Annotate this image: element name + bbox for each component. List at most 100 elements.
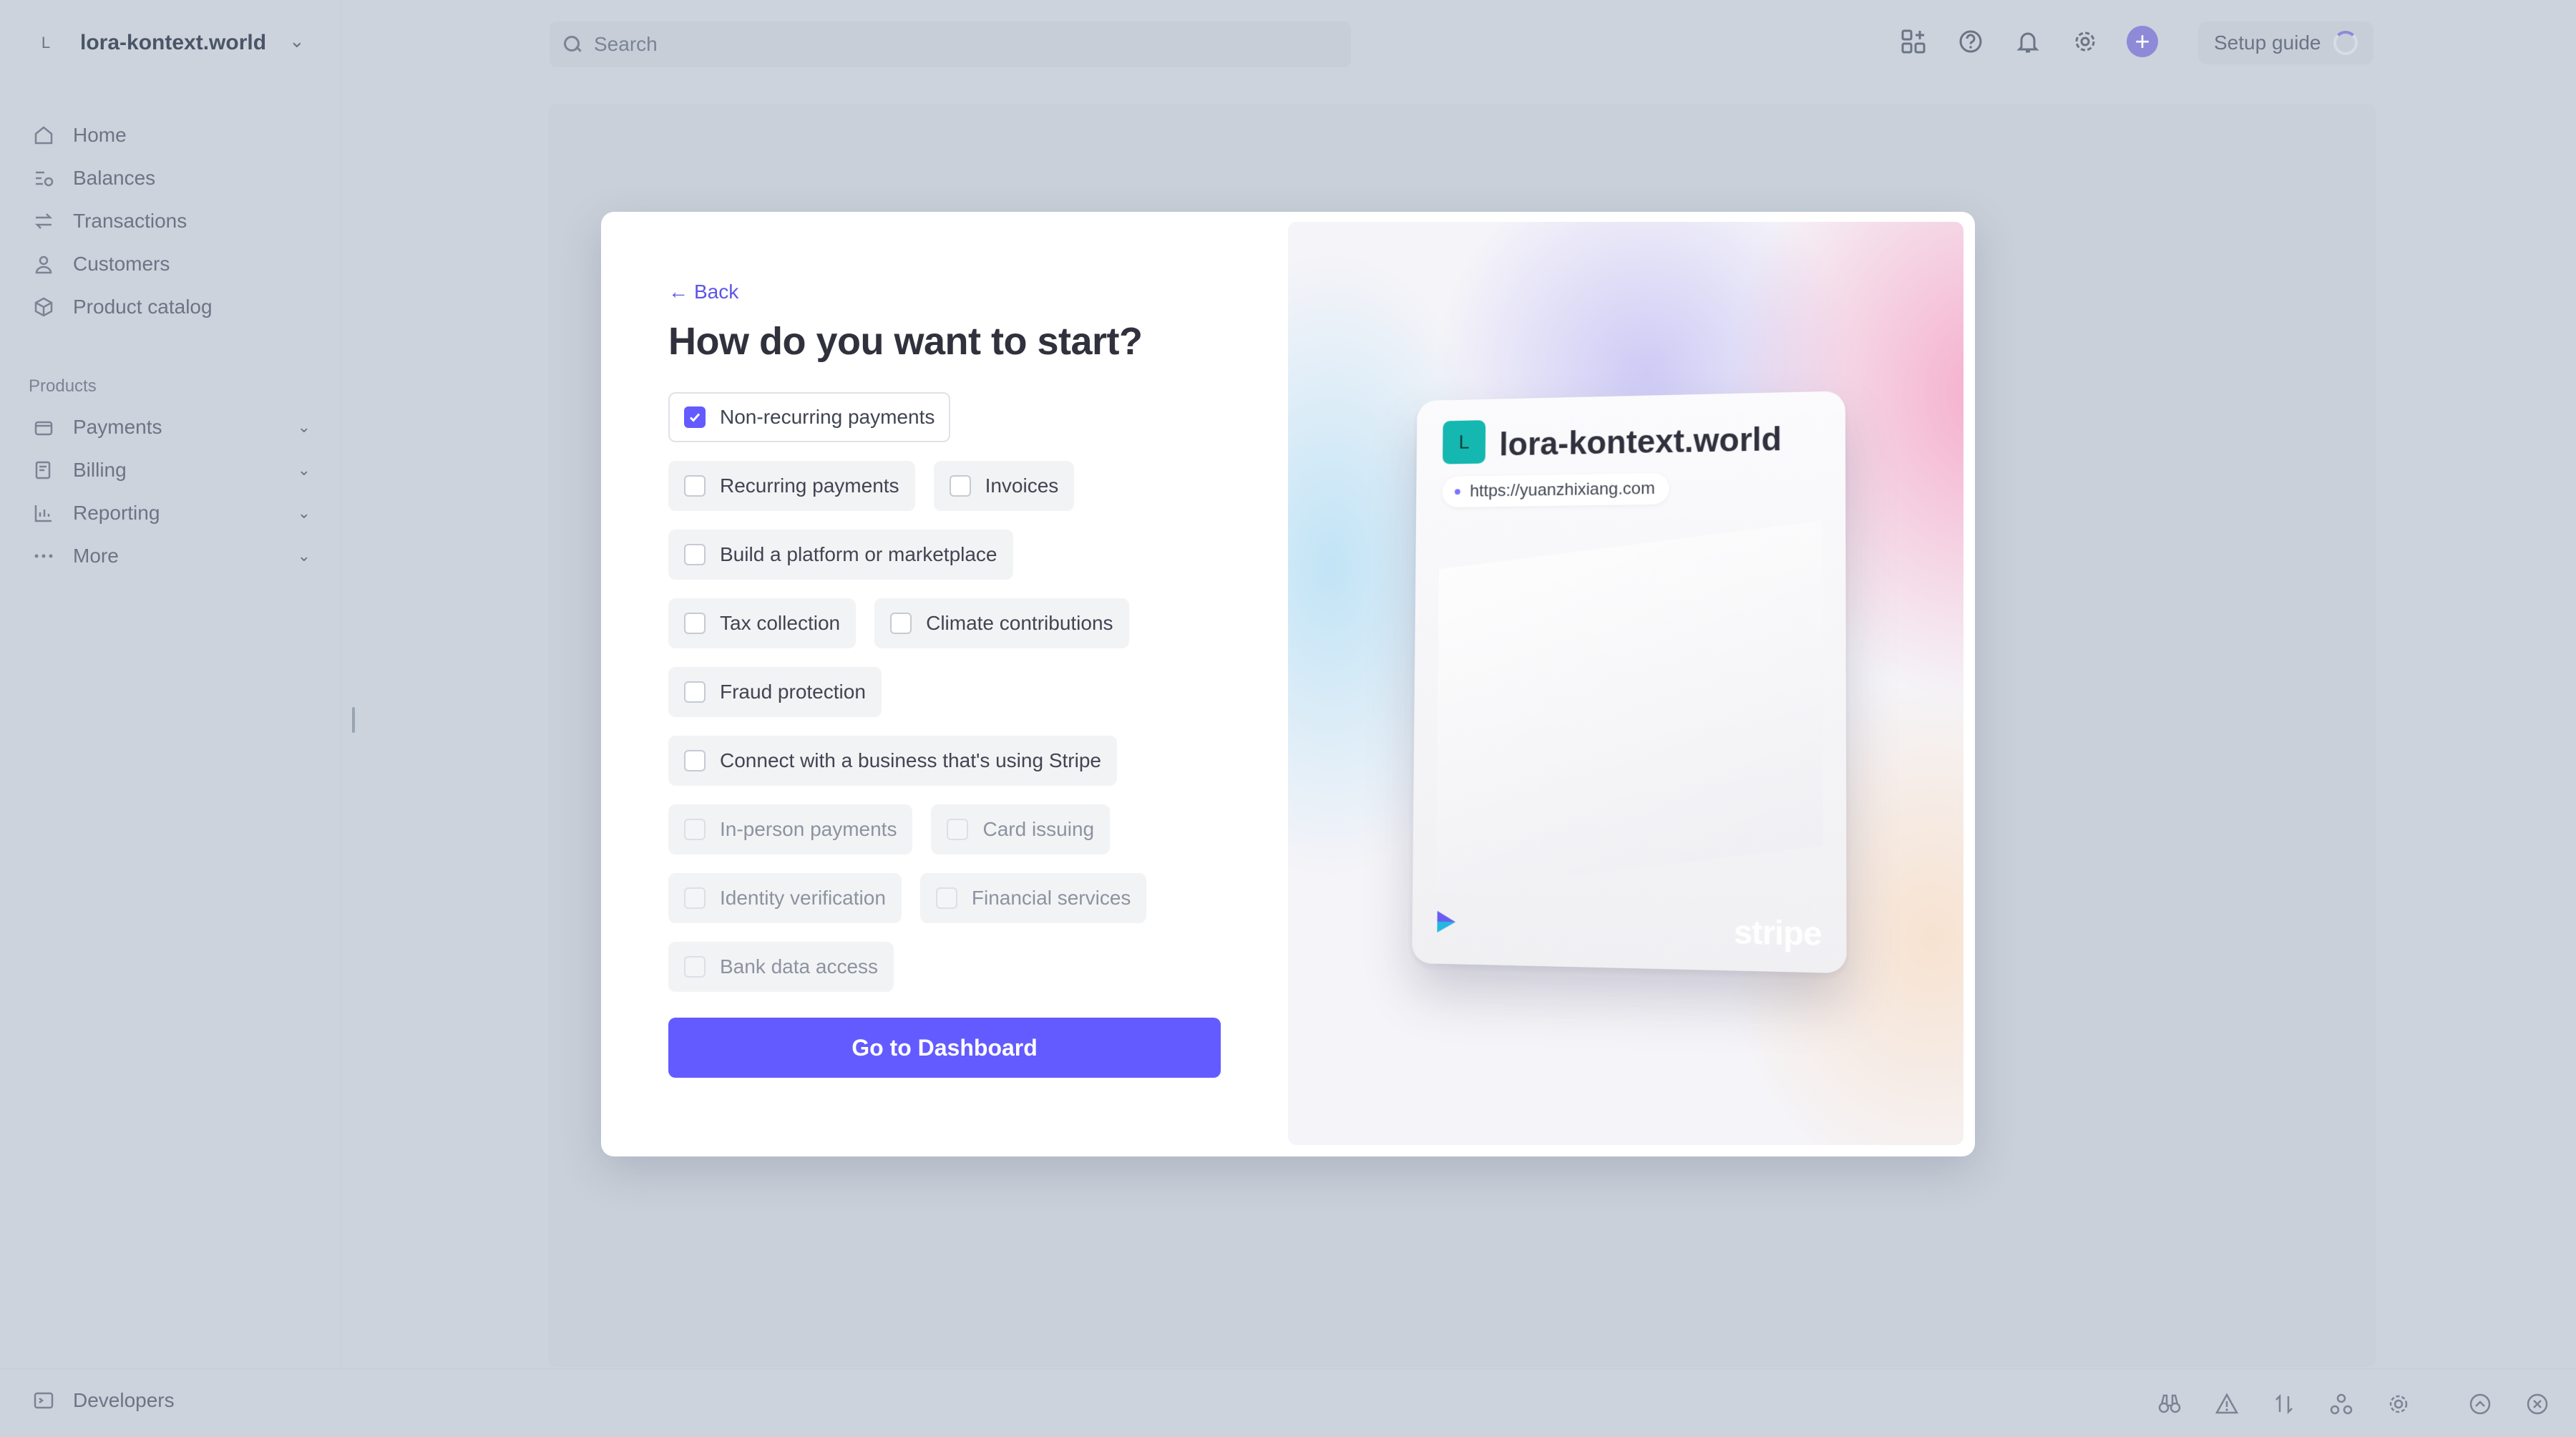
checkbox[interactable]: [890, 613, 912, 634]
option-label: Climate contributions: [926, 612, 1113, 634]
account-switcher[interactable]: L lora-kontext.world ⌄: [29, 23, 305, 63]
sidebar-item-label: Billing: [73, 459, 127, 481]
option-connect-business[interactable]: Connect with a business that's using Str…: [668, 736, 1117, 786]
play-logo-icon: [1435, 910, 1456, 935]
sidebar-item-label: More: [73, 545, 119, 567]
chevron-down-icon: ⌄: [297, 547, 311, 565]
back-link[interactable]: ← Back: [668, 281, 738, 303]
checkbox[interactable]: [684, 887, 706, 909]
chart-icon: [31, 501, 56, 525]
sidebar-item-reporting[interactable]: Reporting ⌄: [31, 495, 311, 531]
preview-url-pill: https://yuanzhixiang.com: [1442, 472, 1669, 508]
sidebar-item-product-catalog[interactable]: Product catalog: [31, 289, 311, 325]
gear-icon[interactable]: [2383, 1388, 2414, 1420]
transactions-icon: [31, 209, 56, 233]
checkbox[interactable]: [684, 681, 706, 703]
chevron-up-icon[interactable]: [2464, 1388, 2496, 1420]
gear-icon[interactable]: [2069, 26, 2101, 57]
option-financial-services[interactable]: Financial services: [919, 873, 1147, 923]
modal-title: How do you want to start?: [668, 320, 1143, 363]
chevron-down-icon: ⌄: [297, 461, 311, 479]
sidebar-item-payments[interactable]: Payments ⌄: [31, 409, 311, 445]
sidebar-item-transactions[interactable]: Transactions: [31, 203, 311, 239]
dot-icon: [1454, 489, 1460, 495]
sidebar-section-label: Products: [29, 376, 97, 396]
option-label: Tax collection: [720, 612, 841, 634]
option-card-issuing[interactable]: Card issuing: [931, 804, 1111, 854]
sidebar-item-label: Customers: [73, 253, 170, 275]
checkbox[interactable]: [684, 475, 706, 497]
option-label: Fraud protection: [720, 681, 866, 703]
bottom-bar: Developers: [0, 1368, 2576, 1437]
progress-ring-icon: [2333, 31, 2358, 55]
option-invoices[interactable]: Invoices: [933, 461, 1075, 511]
search-bar[interactable]: [550, 21, 1351, 67]
preview-glass-panel: [1436, 521, 1823, 900]
option-identity-verification[interactable]: Identity verification: [668, 873, 902, 923]
close-icon[interactable]: [2522, 1388, 2553, 1420]
more-icon: [31, 544, 56, 568]
balances-icon: [31, 166, 56, 190]
arrow-left-icon: ←: [668, 281, 688, 303]
option-recurring-payments[interactable]: Recurring payments: [668, 461, 915, 511]
sidebar-item-customers[interactable]: Customers: [31, 246, 311, 282]
checkbox-checked-icon[interactable]: [684, 406, 706, 428]
sidebar-divider: [341, 0, 342, 1367]
checkbox[interactable]: [947, 819, 969, 840]
top-bar: L lora-kontext.world ⌄ + Setup guide: [0, 0, 2576, 86]
checkbox[interactable]: [935, 887, 957, 909]
option-climate-contributions[interactable]: Climate contributions: [874, 598, 1129, 648]
developer-tools: [2154, 1388, 2414, 1420]
sidebar-item-home[interactable]: Home: [31, 117, 311, 153]
bottom-bar-controls: [2464, 1388, 2553, 1420]
option-label: Non-recurring payments: [720, 406, 935, 428]
option-label: Bank data access: [720, 955, 879, 978]
option-label: Card issuing: [982, 818, 1095, 840]
option-in-person-payments[interactable]: In-person payments: [668, 804, 913, 854]
binoculars-icon[interactable]: [2154, 1388, 2185, 1420]
checkbox[interactable]: [684, 956, 706, 978]
home-icon: [31, 123, 56, 147]
sidebar-resize-handle[interactable]: [352, 707, 355, 733]
option-label: Invoices: [985, 474, 1059, 497]
setup-guide-button[interactable]: Setup guide: [2198, 21, 2374, 64]
checkbox[interactable]: [684, 750, 706, 771]
sidebar-item-balances[interactable]: Balances: [31, 160, 311, 196]
go-to-dashboard-button[interactable]: Go to Dashboard: [668, 1018, 1221, 1078]
stripe-wordmark: stripe: [1733, 912, 1822, 953]
option-bank-data-access[interactable]: Bank data access: [668, 942, 894, 992]
terminal-icon: [31, 1388, 56, 1413]
developers-label: Developers: [73, 1389, 175, 1411]
option-label: Recurring payments: [720, 474, 899, 497]
sidebar-item-label: Product catalog: [73, 296, 213, 318]
option-label: In-person payments: [720, 818, 897, 840]
search-input[interactable]: [594, 33, 1238, 56]
checkbox[interactable]: [684, 544, 706, 565]
bell-icon[interactable]: [2012, 26, 2044, 57]
sort-arrows-icon[interactable]: [2268, 1388, 2300, 1420]
sidebar-item-label: Home: [73, 124, 127, 146]
chevron-down-icon: ⌄: [297, 418, 311, 436]
sidebar-item-billing[interactable]: Billing ⌄: [31, 452, 311, 488]
sidebar-item-label: Payments: [73, 416, 162, 438]
create-button[interactable]: +: [2127, 26, 2158, 57]
option-non-recurring-payments[interactable]: Non-recurring payments: [668, 392, 951, 442]
checkbox[interactable]: [949, 475, 971, 497]
checkbox[interactable]: [684, 613, 706, 634]
option-fraud-protection[interactable]: Fraud protection: [668, 667, 882, 717]
account-avatar: L: [41, 34, 51, 52]
apps-icon[interactable]: [1898, 26, 1929, 57]
sidebar-item-more[interactable]: More ⌄: [31, 538, 311, 574]
checkbox[interactable]: [684, 819, 706, 840]
warning-icon[interactable]: [2211, 1388, 2243, 1420]
webhooks-icon[interactable]: [2326, 1388, 2357, 1420]
option-tax-collection[interactable]: Tax collection: [668, 598, 857, 648]
developers-button[interactable]: Developers: [31, 1388, 175, 1413]
sidebar-item-label: Balances: [73, 167, 156, 189]
help-icon[interactable]: [1955, 26, 1986, 57]
chevron-down-icon: ⌄: [297, 504, 311, 522]
option-platform-marketplace[interactable]: Build a platform or marketplace: [668, 530, 1013, 580]
option-label: Identity verification: [720, 887, 886, 909]
account-name: lora-kontext.world: [80, 31, 267, 54]
setup-guide-label: Setup guide: [2214, 31, 2321, 54]
